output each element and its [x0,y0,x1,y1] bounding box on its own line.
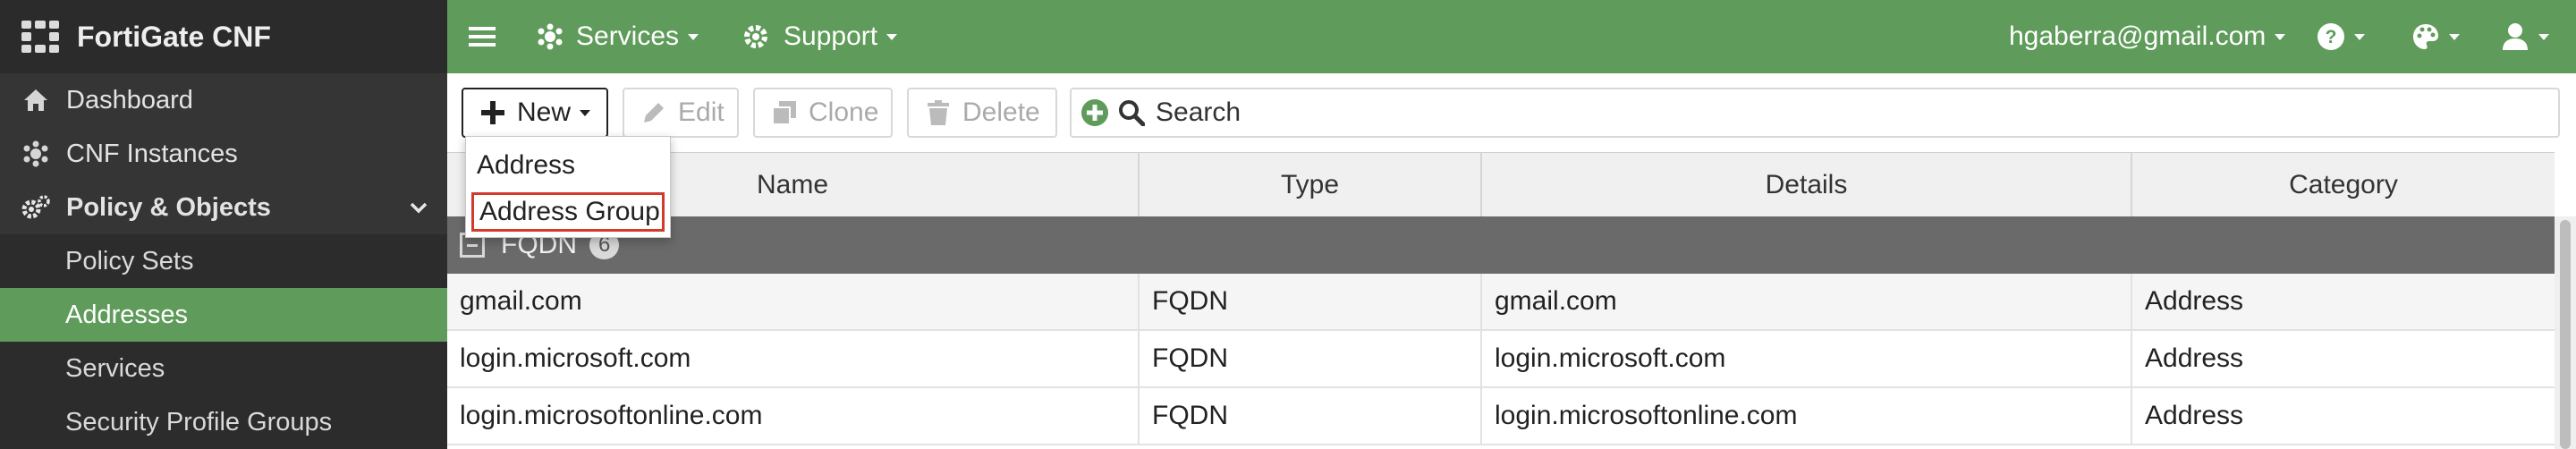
theme-menu[interactable] [2411,0,2460,73]
table-row[interactable]: gmail.com FQDN gmail.com Address [447,274,2555,331]
sidebar-item-cnf-instances[interactable]: CNF Instances [0,127,447,181]
column-header-type[interactable]: Type [1140,153,1482,217]
cell-category: Address [2145,343,2244,373]
search-input[interactable] [1154,97,2499,129]
caret-down-icon [2538,33,2549,40]
sidebar-item-services[interactable]: Services [0,342,447,395]
hamburger-icon [469,27,496,47]
table-row[interactable]: login.microsoft.com FQDN login.microsoft… [447,331,2555,388]
gears-icon [20,194,52,221]
top-bar: Services Support hgaberra@gmail.com ? [447,0,2576,73]
menu-item-address[interactable]: Address [477,146,575,185]
services-menu[interactable]: Services [537,0,699,73]
table-row[interactable]: login.microsoftonline.com FQDN login.mic… [447,388,2555,445]
user-email: hgaberra@gmail.com [2009,21,2267,51]
support-label: Support [784,21,878,51]
clone-icon [772,101,796,125]
chevron-down-icon [410,202,428,214]
user-icon [2503,23,2528,50]
cell-type: FQDN [1140,331,1482,386]
cell-category: Address [2145,286,2244,316]
sidebar-item-addresses[interactable]: Addresses [0,288,447,342]
caret-down-icon [2449,33,2460,40]
new-dropdown-menu: Address Address Group [465,136,671,238]
vertical-scrollbar[interactable] [2555,216,2576,449]
caret-down-icon [2354,33,2365,40]
clone-button-label: Clone [809,97,879,127]
caret-down-icon [886,33,898,40]
column-header-category[interactable]: Category [2132,153,2555,217]
user-email-menu[interactable]: hgaberra@gmail.com [2009,0,2286,73]
caret-down-icon [688,33,699,40]
sidebar: FortiGate CNF Dashboard CNF Instances Po… [0,0,447,449]
palette-icon [2413,24,2438,49]
sidebar-item-label: CNF Instances [66,139,238,168]
help-menu[interactable]: ? [2317,0,2365,73]
cell-name: login.microsoft.com [447,331,1140,386]
cluster-icon [20,140,52,167]
delete-button[interactable]: Delete [907,88,1057,138]
sidebar-item-label: Policy & Objects [66,192,271,222]
cell-name: login.microsoftonline.com [447,388,1140,444]
caret-down-icon [2275,33,2286,40]
pencil-icon [644,103,664,123]
cell-category: Address [2145,401,2244,430]
cell-type: FQDN [1140,274,1482,329]
fortinet-logo-icon [21,21,59,53]
cell-details: gmail.com [1482,274,2132,329]
delete-button-label: Delete [962,97,1040,127]
new-button[interactable]: New [462,88,608,138]
sidebar-item-dashboard[interactable]: Dashboard [0,73,447,127]
clone-button[interactable]: Clone [753,88,893,138]
hamburger-menu-button[interactable] [469,0,496,73]
menu-item-address-group[interactable]: Address Group [471,192,665,232]
brand-title: FortiGate CNF [77,20,271,53]
cell-details: login.microsoft.com [1482,331,2132,386]
caret-down-icon [580,109,591,116]
new-button-label: New [517,97,572,127]
cell-type: FQDN [1140,388,1482,444]
sidebar-item-security-profile-groups[interactable]: Security Profile Groups [0,395,447,449]
cell-details: login.microsoftonline.com [1482,388,2132,444]
home-icon [20,87,52,114]
search-box [1070,88,2560,138]
add-filter-icon[interactable] [1080,98,1109,127]
sidebar-item-policy-sets[interactable]: Policy Sets [0,234,447,288]
table-header: Name Type Details Category [447,152,2555,218]
trash-icon [928,100,949,125]
brand[interactable]: FortiGate CNF [0,0,447,73]
group-row-fqdn[interactable]: FQDN 6 [447,216,2555,274]
question-circle-icon: ? [2318,23,2344,50]
cluster-icon [538,23,563,50]
edit-button[interactable]: Edit [623,88,739,138]
column-header-details[interactable]: Details [1482,153,2132,217]
support-menu[interactable]: Support [742,0,898,73]
sidebar-item-policy-objects[interactable]: Policy & Objects [0,181,447,234]
edit-button-label: Edit [678,97,724,127]
svg-text:?: ? [2326,27,2337,47]
scrollbar-thumb[interactable] [2560,220,2571,449]
gear-icon [744,25,767,48]
user-account-menu[interactable] [2501,0,2549,73]
sidebar-item-label: Dashboard [66,85,193,114]
toolbar: New Edit Clone Delete [447,73,2576,152]
cell-name: gmail.com [447,274,1140,329]
plus-icon [481,101,504,124]
services-label: Services [576,21,680,51]
search-icon [1119,100,1145,126]
